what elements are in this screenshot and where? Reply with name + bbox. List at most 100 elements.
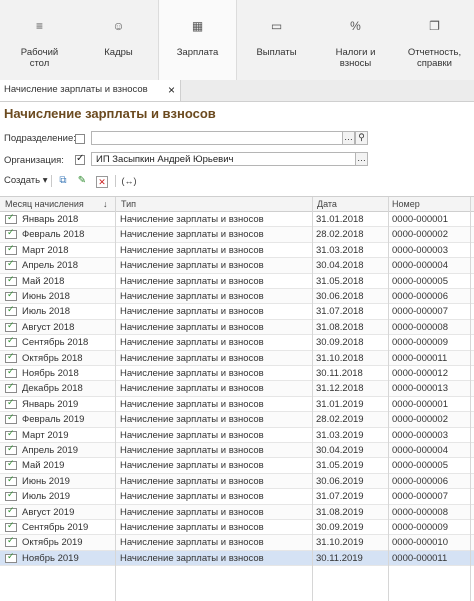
cell-type: Начисление зарплаты и взносов [120,275,264,287]
edit-icon[interactable]: ✎ [75,174,89,188]
cell-type: Начисление зарплаты и взносов [120,352,264,364]
table-row[interactable]: Январь 2018 Начисление зарплаты и взносов… [0,212,474,228]
cell-date: 31.05.2019 [316,460,364,472]
people-icon: ☺ [112,19,125,33]
posted-document-icon [5,274,17,286]
cell-type: Начисление зарплаты и взносов [120,522,264,533]
cell-type: Начисление зарплаты и взносов [120,445,264,456]
nav-reports[interactable]: ❐ Отчетность, справки [395,0,474,80]
posted-document-icon [5,489,17,502]
close-icon[interactable]: × [168,82,175,98]
cell-number: 0000-000009 [392,337,448,349]
posted-document-icon [5,304,17,317]
cell-type: Начисление зарплаты и взносов [120,460,264,472]
cell-date: 31.08.2019 [316,506,364,518]
posted-document-icon [5,335,17,348]
nav-payments[interactable]: ▭ Выплаты [237,0,316,80]
link-icon[interactable]: (↔) [120,174,138,188]
delete-icon[interactable]: ✕ [96,176,108,188]
nav-salary[interactable]: ▦ Зарплата [158,0,237,80]
table-row[interactable]: Октябрь 2018 Начисление зарплаты и взносо… [0,350,474,366]
posted-document-icon [5,243,17,255]
cell-month: Сентябрь 2019 [22,522,89,533]
table-row[interactable]: Сентябрь 2019 Начисление зарплаты и взнос… [0,520,474,536]
cell-date: 30.06.2019 [316,475,364,487]
nav-desktop[interactable]: ≡ Рабочий стол [0,0,79,80]
column-type[interactable]: Тип [121,199,136,209]
subdivision-checkbox[interactable] [75,134,85,144]
table-row[interactable]: Сентябрь 2018 Начисление зарплаты и взнос… [0,335,474,351]
copy-icon[interactable]: ⧉ [56,174,70,188]
cell-month: Август 2019 [22,506,75,518]
select-ellipsis-icon[interactable]: … [355,152,368,166]
create-button[interactable]: Создать ▾ [4,175,48,186]
cell-month: Октябрь 2018 [22,352,83,364]
sort-down-icon[interactable]: ↓ [103,199,108,209]
table-row[interactable]: Май 2019 Начисление зарплаты и взносов 31.… [0,458,474,474]
table-row[interactable]: Апрель 2019 Начисление зарплаты и взносов… [0,443,474,459]
cell-number: 0000-000005 [392,460,448,472]
table-row[interactable]: Август 2018 Начисление зарплаты и взносов… [0,319,474,336]
posted-document-icon [5,474,17,486]
posted-document-icon [5,505,17,517]
nav-taxes[interactable]: % Налоги и взносы [316,0,395,80]
cell-type: Начисление зарплаты и взносов [120,537,264,549]
table-row[interactable]: Июнь 2018 Начисление зарплаты и взносов 30… [0,289,474,305]
cell-date: 30.11.2018 [316,368,363,379]
column-divider [312,197,313,601]
table-row[interactable]: Февраль 2019 Начисление зарплаты и взносо… [0,412,474,428]
table-row[interactable]: Июль 2019 Начисление зарплаты и взносов 31… [0,489,474,505]
cell-number: 0000-000001 [392,398,448,410]
subdivision-field[interactable]: … ⚲ [91,131,368,145]
table-row[interactable]: Февраль 2018 Начисление зарплаты и взносо… [0,227,474,243]
cell-date: 31.07.2019 [316,491,364,503]
cell-date: 30.09.2018 [316,337,364,349]
cell-month: Май 2019 [22,460,65,472]
cell-date: 31.07.2018 [316,306,364,318]
cell-month: Ноябрь 2018 [22,368,79,379]
cell-month: Октябрь 2019 [22,537,83,549]
table-row[interactable]: Апрель 2018 Начисление зарплаты и взносов… [0,258,474,274]
search-icon[interactable]: ⚲ [355,131,368,145]
column-number[interactable]: Номер [392,199,420,209]
cell-number: 0000-000006 [392,291,448,302]
cell-month: Февраль 2019 [22,414,85,426]
table-row[interactable]: Ноябрь 2018 Начисление зарплаты и взносов… [0,366,474,382]
cell-type: Начисление зарплаты и взносов [120,337,264,349]
table-row[interactable]: Август 2019 Начисление зарплаты и взносов… [0,504,474,520]
cell-date: 31.12.2018 [316,383,364,395]
cell-type: Начисление зарплаты и взносов [120,475,264,487]
table-row[interactable]: Январь 2019 Начисление зарплаты и взносов… [0,397,474,413]
cell-number: 0000-000008 [392,321,448,333]
table-row[interactable]: Декабрь 2018 Начисление зарплаты и взносо… [0,381,474,397]
cell-type: Начисление зарплаты и взносов [120,491,264,503]
table-row[interactable]: Март 2019 Начисление зарплаты и взносов 31… [0,428,474,443]
cell-date: 31.01.2018 [316,214,364,225]
table-row[interactable]: Май 2018 Начисление зарплаты и взносов 31.… [0,274,474,289]
table-row[interactable]: Ноябрь 2019 Начисление зарплаты и взносов… [0,550,474,567]
table-header: Месяц начисления ↓ Тип Дата Номер [0,197,474,212]
posted-document-icon [5,443,17,455]
table-row[interactable]: Март 2018 Начисление зарплаты и взносов 31… [0,243,474,259]
table-row[interactable]: Октябрь 2019 Начисление зарплаты и взносо… [0,535,474,551]
create-label: Создать [4,175,41,186]
cell-month: Июль 2018 [22,306,71,318]
organization-checkbox[interactable] [75,153,85,165]
nav-personnel[interactable]: ☺ Кадры [79,0,158,80]
select-ellipsis-icon[interactable]: … [342,131,355,145]
cell-number: 0000-000011 [392,352,448,364]
subdivision-label: Подразделение: [4,133,76,144]
tab-salary-accrual[interactable]: Начисление зарплаты и взносов × [0,80,181,101]
cell-month: Август 2018 [22,321,75,333]
cell-number: 0000-000006 [392,475,448,487]
chevron-down-icon: ▾ [42,175,48,186]
column-month[interactable]: Месяц начисления [5,199,84,209]
nav-reports-label: Отчетность, справки [407,47,462,69]
cell-number: 0000-000008 [392,506,448,518]
table-row[interactable]: Июнь 2019 Начисление зарплаты и взносов 30… [0,473,474,490]
cell-number: 0000-000002 [392,414,448,426]
cell-month: Апрель 2019 [22,445,78,456]
organization-field[interactable]: ИП Засыпкин Андрей Юрьевич … [91,152,368,166]
table-row[interactable]: Июль 2018 Начисление зарплаты и взносов 31… [0,304,474,320]
column-date[interactable]: Дата [317,199,337,209]
